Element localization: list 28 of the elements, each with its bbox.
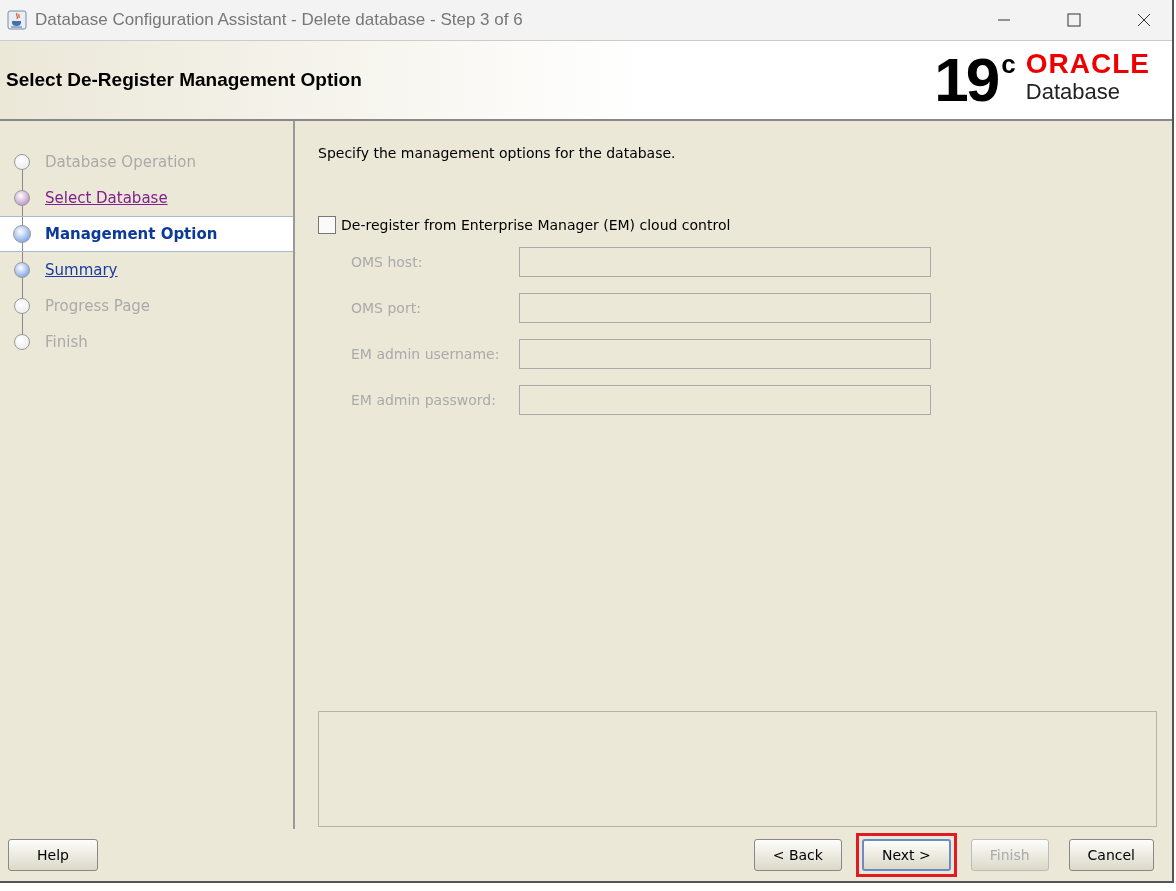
- nav-button[interactable]: Next >: [861, 839, 951, 871]
- product-name: Database: [1025, 79, 1121, 105]
- step-dot-icon: [13, 225, 31, 243]
- step-dot-icon: [14, 190, 30, 206]
- maximize-icon[interactable]: [1066, 12, 1082, 28]
- brand-logo: ORACLE: [1025, 49, 1150, 79]
- field-label: OMS host:: [351, 254, 424, 270]
- field-label: EM admin username:: [351, 346, 501, 362]
- close-icon[interactable]: [1136, 12, 1152, 28]
- java-cup-icon: [7, 10, 27, 30]
- instruction-text: Specify the management options for the database.: [318, 145, 677, 161]
- help-button[interactable]: Help: [8, 839, 98, 871]
- checkbox[interactable]: [318, 216, 336, 234]
- step-item[interactable]: Select Database: [0, 180, 293, 216]
- window-title: Database Configuration Assistant - Delete database - Step 3 of 6: [35, 10, 523, 30]
- step-dot-icon: [14, 298, 30, 314]
- step-dot-icon: [14, 154, 30, 170]
- current-step[interactable]: Management Option: [0, 216, 293, 252]
- step-dot-icon: [14, 334, 30, 350]
- page-title: Select De-Register Management Option: [6, 69, 362, 91]
- step-dot-icon: [14, 262, 30, 278]
- nav-button[interactable]: < Back: [753, 839, 842, 871]
- version-logo: 19$^{c}$: [934, 49, 1016, 111]
- step-item[interactable]: Summary: [0, 252, 293, 288]
- field-label: EM admin password:: [351, 392, 497, 408]
- field-label: OMS port:: [351, 300, 422, 316]
- checkbox-label[interactable]: De-register from Enterprise Manager (EM) cloud control: [341, 217, 731, 233]
- nav-button[interactable]: Cancel: [1068, 839, 1154, 871]
